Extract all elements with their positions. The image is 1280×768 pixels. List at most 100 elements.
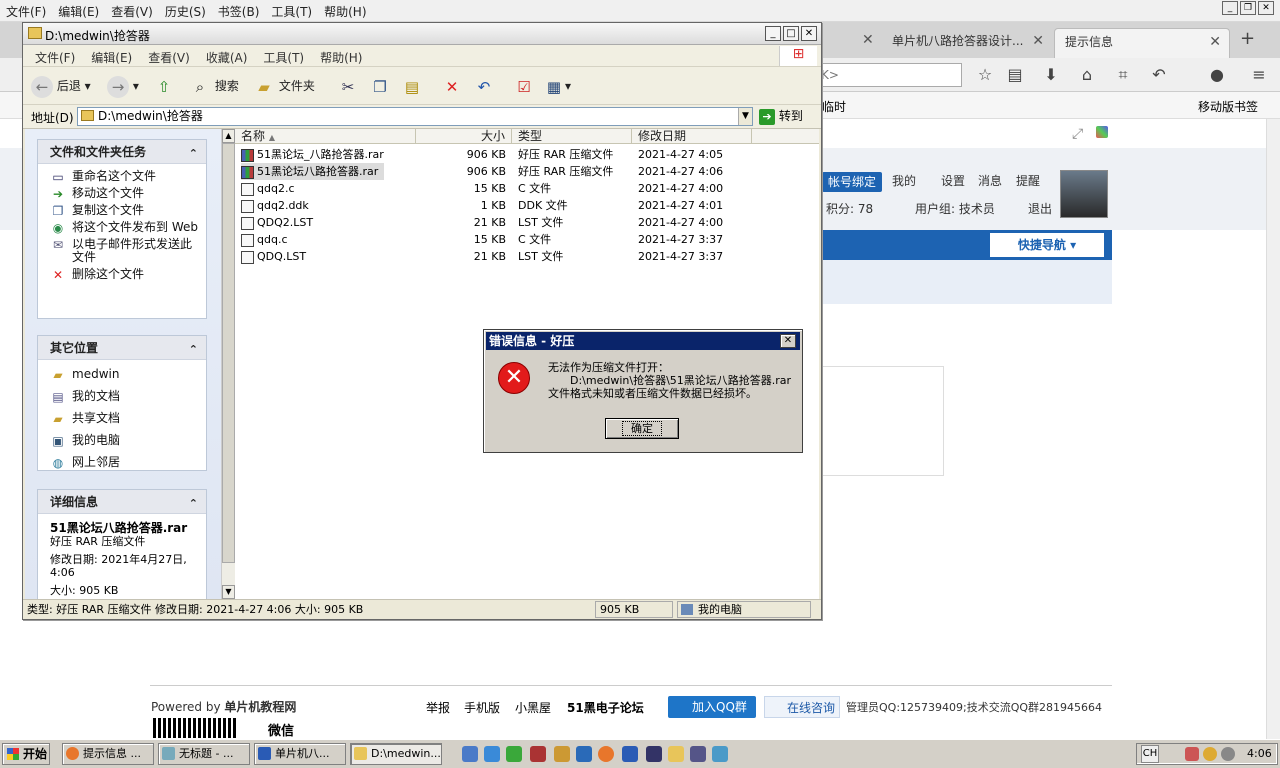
quicklaunch-icon[interactable] <box>462 746 478 762</box>
quicklaunch-icon[interactable] <box>484 746 500 762</box>
firefox-icon[interactable] <box>598 746 614 762</box>
collapse-chevron-icon[interactable]: ⌃ <box>189 338 198 362</box>
other-places-header[interactable]: 其它位置 ⌃ <box>38 336 206 360</box>
place-shared-documents[interactable]: ▰ 共享文档 <box>38 410 206 432</box>
browser-menu-help[interactable]: 帮助(H) <box>318 0 372 23</box>
task-pane-scrollbar[interactable]: ▲ ▼ <box>221 129 235 599</box>
browser-menu-history[interactable]: 历史(S) <box>159 0 212 23</box>
account-bind-link[interactable]: 帐号绑定 <box>822 172 883 192</box>
maximize-button[interactable]: □ <box>783 26 799 41</box>
language-indicator[interactable]: CH <box>1141 745 1159 763</box>
forward-button[interactable]: → ▾ <box>107 73 139 99</box>
hamburger-menu-icon[interactable]: ≡ <box>1248 64 1270 86</box>
task-notepad[interactable]: 无标题 - ... <box>158 743 250 765</box>
scroll-up-icon[interactable]: ▲ <box>222 129 235 143</box>
tray-icon[interactable] <box>1185 747 1199 761</box>
task-rename[interactable]: ▭ 重命名这个文件 <box>38 168 206 185</box>
delete-button[interactable]: ✕ <box>441 73 463 99</box>
quicklaunch-icon[interactable] <box>576 746 592 762</box>
file-row[interactable]: QDQ.LST 21 KB LST 文件 2021-4-27 3:37 <box>235 248 819 265</box>
file-row[interactable]: qdq2.c 15 KB C 文件 2021-4-27 4:00 <box>235 180 819 197</box>
file-row[interactable]: qdq2.ddk 1 KB DDK 文件 2021-4-27 4:01 <box>235 197 819 214</box>
quicklaunch-icon[interactable] <box>646 746 662 762</box>
task-explorer[interactable]: D:\medwin... <box>350 743 442 765</box>
cut-button[interactable]: ✂ <box>337 73 359 99</box>
folder-icon[interactable] <box>668 746 684 762</box>
tab-active[interactable]: 提示信息 ✕ <box>1054 28 1230 58</box>
usergroup-label[interactable]: 用户组: 技术员 <box>915 198 995 220</box>
download-icon[interactable]: ⬇ <box>1040 64 1062 86</box>
crop-icon[interactable]: ⌗ <box>1112 64 1134 86</box>
settings-link[interactable]: 设置 <box>941 170 965 192</box>
footer-link-blackroom[interactable]: 小黑屋 <box>515 699 551 716</box>
column-date[interactable]: 修改日期 <box>632 129 752 144</box>
reading-list-icon[interactable]: ▤ <box>1004 64 1026 86</box>
tab-close-icon[interactable]: ✕ <box>862 32 874 48</box>
up-folder-button[interactable]: ⇧ <box>153 73 175 99</box>
fullscreen-icon[interactable]: ⤢ <box>1072 126 1083 142</box>
close-button[interactable]: ✕ <box>801 26 817 41</box>
avatar[interactable] <box>1060 170 1108 218</box>
minimize-button[interactable]: _ <box>765 26 781 41</box>
online-consult-button[interactable]: 在线咨询 <box>764 696 840 718</box>
color-icon[interactable] <box>1096 126 1108 138</box>
browser-menu-bookmarks[interactable]: 书签(B) <box>212 0 266 23</box>
place-medwin[interactable]: ▰ medwin <box>38 366 206 388</box>
explorer-titlebar[interactable]: D:\medwin\抢答器 _ □ ✕ <box>23 23 821 45</box>
restore-button[interactable]: ❐ <box>1240 1 1256 15</box>
browser-scrollbar[interactable] <box>1266 119 1280 739</box>
folders-button[interactable]: ▰ 文件夹 <box>253 73 315 99</box>
task-publish-web[interactable]: ◉ 将这个文件发布到 Web <box>38 219 206 236</box>
column-name[interactable]: 名称 ▲ <box>235 129 416 144</box>
go-button[interactable]: ➔ 转到 <box>759 107 803 126</box>
footer-link-report[interactable]: 举报 <box>426 699 450 716</box>
properties-button[interactable]: ☑ <box>513 73 535 99</box>
place-network[interactable]: ◍ 网上邻居 <box>38 454 206 471</box>
file-row[interactable]: qdq.c 15 KB C 文件 2021-4-27 3:37 <box>235 231 819 248</box>
explorer-window[interactable]: D:\medwin\抢答器 _ □ ✕ 文件(F) 编辑(E) 查看(V) 收藏(A)… <box>22 22 822 620</box>
error-dialog[interactable]: 错误信息 - 好压 ✕ ✕ 无法作为压缩文件打开： D:\medwin\抢答器\… <box>483 329 803 453</box>
scroll-thumb[interactable] <box>222 143 235 563</box>
search-button[interactable]: ⌕ 搜索 <box>189 73 239 99</box>
undo-button[interactable]: ↶ <box>473 73 495 99</box>
close-button[interactable]: ✕ <box>1258 1 1274 15</box>
quicklaunch-icon[interactable] <box>530 746 546 762</box>
browser-menu-tools[interactable]: 工具(T) <box>265 0 318 23</box>
dialog-titlebar[interactable]: 错误信息 - 好压 ✕ <box>486 332 800 350</box>
file-row[interactable]: 51黑论坛_八路抢答器.rar 906 KB 好压 RAR 压缩文件 2021-4-2… <box>235 146 819 163</box>
join-qq-group-button[interactable]: 加入QQ群 <box>668 696 756 718</box>
home-icon[interactable]: ⌂ <box>1076 64 1098 86</box>
ok-button[interactable]: 确定 <box>605 418 679 439</box>
start-button[interactable]: 开始 <box>2 743 50 765</box>
place-my-computer[interactable]: ▣ 我的电脑 <box>38 432 206 454</box>
messages-link[interactable]: 消息 <box>978 170 1002 192</box>
my-link[interactable]: 我的 <box>892 170 916 192</box>
column-size[interactable]: 大小 <box>416 129 512 144</box>
file-row[interactable]: 51黑论坛八路抢答器.rar 906 KB 好压 RAR 压缩文件 2021-4-27… <box>235 163 819 180</box>
place-my-documents[interactable]: ▤ 我的文档 <box>38 388 206 410</box>
tray-icon[interactable] <box>1221 747 1235 761</box>
details-header[interactable]: 详细信息 ⌃ <box>38 490 206 514</box>
file-tasks-header[interactable]: 文件和文件夹任务 ⌃ <box>38 140 206 164</box>
footer-site-link[interactable]: 单片机教程网 <box>224 700 296 714</box>
address-dropdown-icon[interactable]: ▼ <box>738 108 752 125</box>
dialog-close-button[interactable]: ✕ <box>780 334 796 348</box>
quick-nav-button[interactable]: 快捷导航 ▾ <box>990 233 1104 257</box>
tab-thread[interactable]: 单片机八路抢答器设计... ✕ <box>882 28 1052 58</box>
collapse-chevron-icon[interactable]: ⌃ <box>189 492 198 516</box>
paste-button[interactable]: ▤ <box>401 73 423 99</box>
quicklaunch-icon[interactable] <box>554 746 570 762</box>
chat-icon[interactable]: ● <box>1206 64 1228 86</box>
remind-link[interactable]: 提醒 <box>1016 170 1040 192</box>
browser-menu-view[interactable]: 查看(V) <box>105 0 159 23</box>
views-button[interactable]: ▦ ▾ <box>543 73 571 99</box>
column-type[interactable]: 类型 <box>512 129 632 144</box>
back-button[interactable]: ← 后退 ▾ <box>31 73 91 99</box>
quicklaunch-icon[interactable] <box>690 746 706 762</box>
minimize-button[interactable]: _ <box>1222 1 1238 15</box>
footer-link-mobile[interactable]: 手机版 <box>464 699 500 716</box>
tray-icon[interactable] <box>1203 747 1217 761</box>
browser-menu-file[interactable]: 文件(F) <box>0 0 52 23</box>
undo-icon[interactable]: ↶ <box>1148 64 1170 86</box>
bookmark-item[interactable]: 临时 <box>822 98 846 115</box>
